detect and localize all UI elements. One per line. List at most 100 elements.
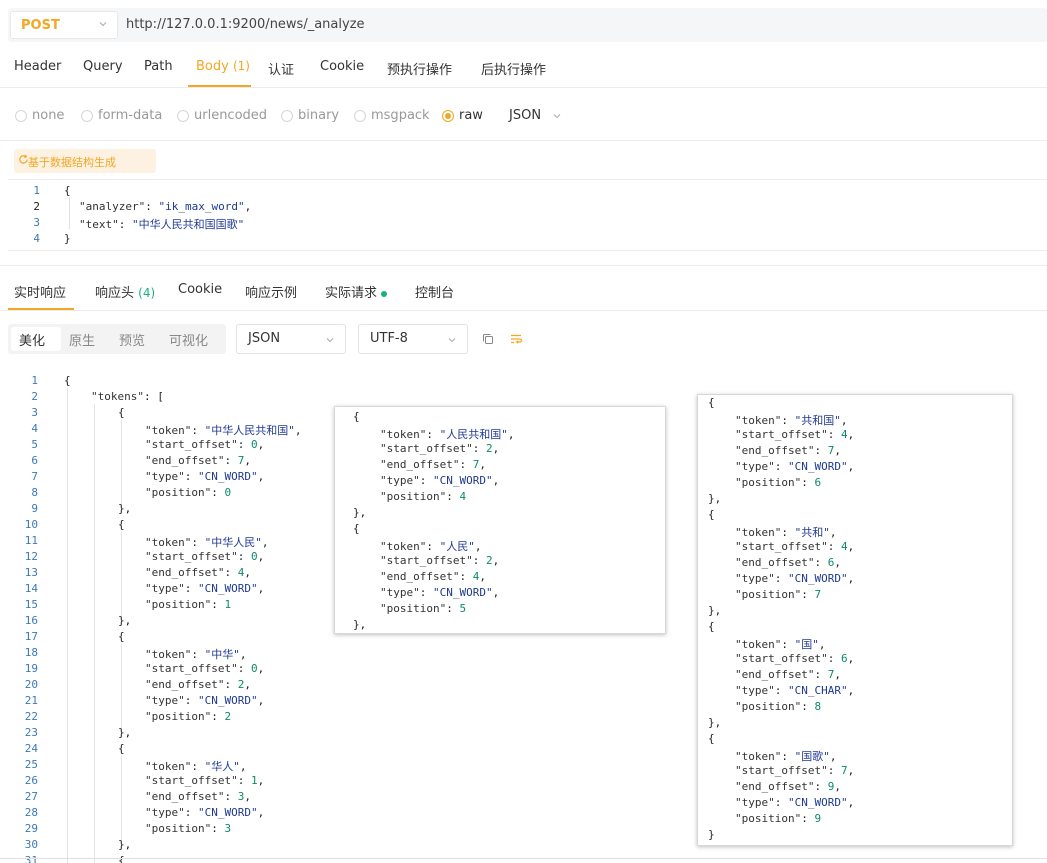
json-key: "token" xyxy=(735,414,782,427)
json-value: "CN_WORD" xyxy=(788,460,848,473)
json-key: "type" xyxy=(145,806,185,819)
request-body-editor[interactable] xyxy=(8,179,1047,251)
code-line: "token": "共和国", xyxy=(735,414,848,427)
radio-urlencoded[interactable] xyxy=(177,110,189,122)
json-key: "position" xyxy=(735,588,802,601)
code-line: { xyxy=(118,742,125,755)
code-line: "start_offset": 0, xyxy=(145,550,265,563)
view-mode-preview[interactable]: 预览 xyxy=(119,330,145,349)
line-number: 29 xyxy=(24,822,38,835)
generate-from-schema-button[interactable]: 基于数据结构生成 xyxy=(14,149,156,173)
tab-pre-script[interactable]: 预执行操作 xyxy=(387,59,452,78)
json-value: 4 xyxy=(840,540,848,553)
json-key: "token" xyxy=(735,638,782,651)
radio-form-data[interactable] xyxy=(81,110,93,122)
indent-guide xyxy=(121,644,122,734)
code-line: }, xyxy=(708,492,722,505)
code-line: "token": "华人", xyxy=(145,760,247,773)
indent-guide xyxy=(121,532,122,622)
line-number: 4 xyxy=(31,422,38,435)
chevron-down-icon xyxy=(326,338,334,343)
copy-icon[interactable] xyxy=(481,332,495,346)
json-key: "position" xyxy=(145,822,212,835)
chevron-down-icon xyxy=(553,114,561,119)
radio-raw[interactable] xyxy=(442,110,454,122)
json-value: "中华人民共和国" xyxy=(204,424,295,437)
code-line: "start_offset": 6, xyxy=(735,652,855,665)
code-line: "start_offset": 2, xyxy=(380,442,500,455)
code-line: "type": "CN_WORD", xyxy=(380,474,500,487)
json-value: 0 xyxy=(224,486,232,499)
code-line: { xyxy=(118,630,125,643)
json-key: "type" xyxy=(145,470,185,483)
code-line: { xyxy=(708,732,715,745)
json-key: "position" xyxy=(735,476,802,489)
chevron-down-icon xyxy=(99,22,107,27)
tab-console[interactable]: 控制台 xyxy=(415,282,454,301)
json-key: "end_offset" xyxy=(735,668,815,681)
code-line: "token": "人民共和国", xyxy=(380,428,515,441)
view-mode-raw[interactable]: 原生 xyxy=(69,330,95,349)
json-key: "token" xyxy=(735,750,782,763)
url-input[interactable]: http://127.0.0.1:9200/news/_analyze xyxy=(126,17,365,32)
json-value: "中华人民共和国国歌" xyxy=(132,218,245,231)
view-mode-pretty[interactable]: 美化 xyxy=(19,330,45,349)
tab-path[interactable]: Path xyxy=(144,59,173,74)
response-format-label: JSON xyxy=(248,331,281,346)
code-line: "position": 5 xyxy=(380,602,467,615)
tab-response-headers[interactable]: 响应头 (4) xyxy=(95,282,155,301)
radio-msgpack[interactable] xyxy=(354,110,366,122)
json-key: "start_offset" xyxy=(380,442,473,455)
line-number: 24 xyxy=(24,742,38,755)
tab-header[interactable]: Header xyxy=(14,59,61,74)
body-format-select[interactable]: JSON xyxy=(500,104,570,128)
tab-response-headers-badge: (4) xyxy=(138,286,156,300)
tab-live-response[interactable]: 实时响应 xyxy=(14,282,66,301)
json-value: 7 xyxy=(840,764,848,777)
code-line: "token": "中华", xyxy=(145,648,247,661)
json-value: "华人" xyxy=(204,760,240,773)
divider xyxy=(0,310,1047,311)
json-value: "CN_WORD" xyxy=(198,582,258,595)
code-line: "token": "国歌", xyxy=(735,750,837,763)
json-key: "type" xyxy=(380,474,420,487)
json-value: "CN_WORD" xyxy=(198,806,258,819)
json-key: "position" xyxy=(735,812,802,825)
json-value: 2 xyxy=(485,554,493,567)
method-label: POST xyxy=(21,18,60,33)
json-value: "国" xyxy=(794,638,819,651)
json-value: 3 xyxy=(224,822,232,835)
indent-guide xyxy=(121,756,122,846)
tab-response-examples[interactable]: 响应示例 xyxy=(245,282,297,301)
line-number: 3 xyxy=(31,406,38,419)
divider xyxy=(0,87,1047,88)
encoding-select[interactable]: UTF-8 xyxy=(358,324,468,354)
tab-response-cookie[interactable]: Cookie xyxy=(178,282,222,297)
code-line: "start_offset": 0, xyxy=(145,438,265,451)
json-value: 5 xyxy=(459,602,467,615)
code-line: "token": "国", xyxy=(735,638,826,651)
tab-cookie[interactable]: Cookie xyxy=(320,59,364,74)
view-mode-visualize[interactable]: 可视化 xyxy=(169,330,208,349)
tab-actual-request[interactable]: 实际请求 xyxy=(325,282,388,301)
code-line: { xyxy=(708,396,715,409)
line-number: 9 xyxy=(31,502,38,515)
json-key: "start_offset" xyxy=(735,428,828,441)
code-line: "end_offset": 9, xyxy=(735,780,841,793)
line-number: 17 xyxy=(24,630,38,643)
tab-query[interactable]: Query xyxy=(83,59,123,74)
code-line: "type": "CN_WORD", xyxy=(145,582,265,595)
tab-auth[interactable]: 认证 xyxy=(268,59,294,78)
wrap-lines-icon[interactable] xyxy=(509,332,523,346)
json-value: "CN_WORD" xyxy=(198,694,258,707)
tab-body[interactable]: Body (1) xyxy=(196,59,250,74)
code-line: "end_offset": 7, xyxy=(380,458,486,471)
line-number: 2 xyxy=(33,200,40,213)
json-key: "start_offset" xyxy=(145,774,238,787)
tab-post-script[interactable]: 后执行操作 xyxy=(481,59,546,78)
method-select[interactable]: POST xyxy=(10,11,118,39)
json-key: "start_offset" xyxy=(380,554,473,567)
radio-none[interactable] xyxy=(15,110,27,122)
response-format-select[interactable]: JSON xyxy=(236,324,346,354)
radio-binary[interactable] xyxy=(281,110,293,122)
